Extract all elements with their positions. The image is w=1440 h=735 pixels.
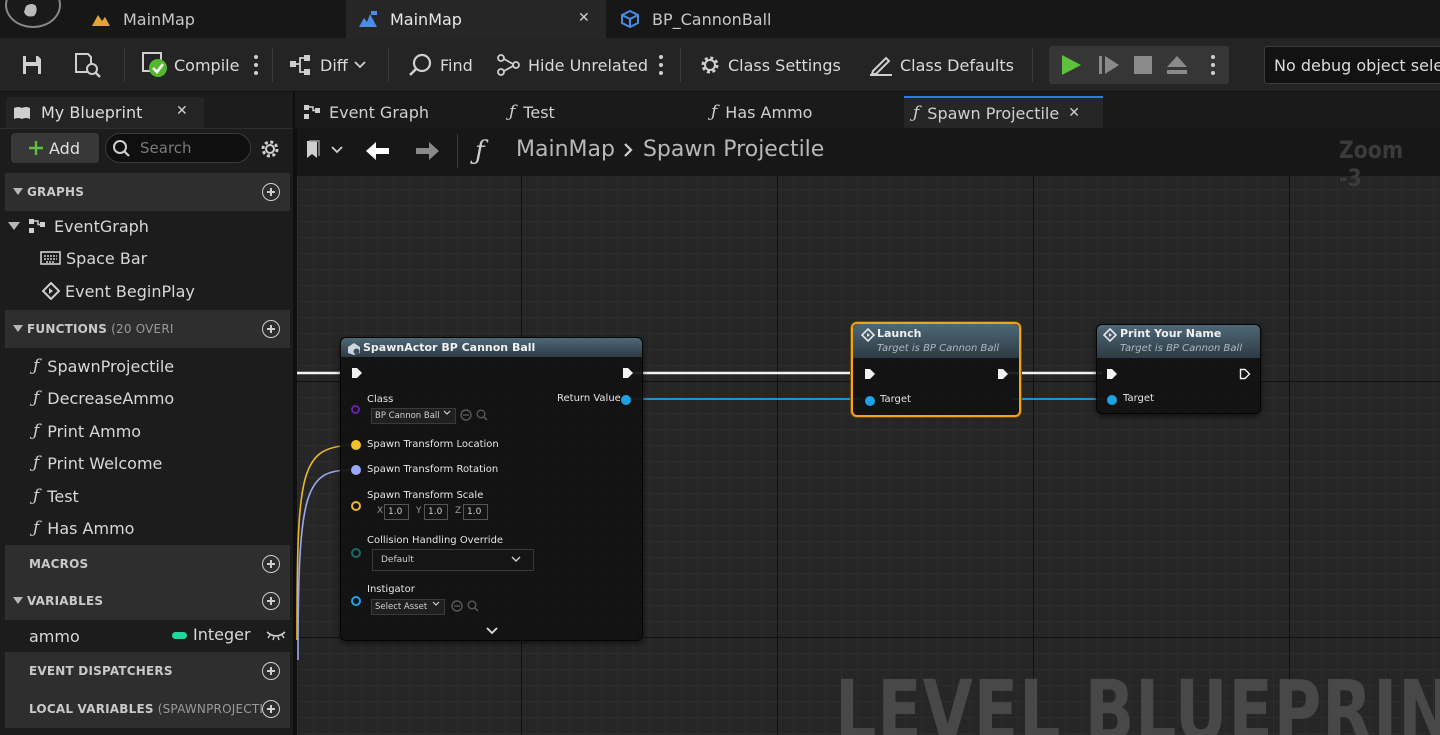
browse-search-icon[interactable] (467, 600, 479, 612)
exec-out-pin[interactable] (1239, 368, 1251, 380)
breadcrumb-root[interactable]: MainMap (516, 137, 615, 162)
print-your-name-node[interactable]: Print Your Name Target is BP Cannon Ball… (1096, 324, 1261, 414)
header-separator (457, 134, 458, 168)
scale-y-input[interactable]: 1.0 (424, 504, 448, 520)
spawn-rotation-label: Spawn Transform Rotation (367, 464, 499, 475)
node-title: Launch (877, 327, 922, 340)
chevron-down-icon (511, 556, 521, 563)
scale-z-axis-label: Z (455, 506, 462, 516)
scale-x-axis-label: X (377, 506, 384, 516)
bookmark-icon (305, 140, 323, 160)
chevron-right-icon (623, 142, 633, 158)
bookmark-dropdown[interactable] (305, 140, 343, 160)
exec-in-pin[interactable] (351, 367, 363, 379)
class-pin-label: Class (367, 394, 394, 405)
print-your-name-node-header[interactable]: Print Your Name Target is BP Cannon Ball (1097, 325, 1260, 358)
breadcrumb-current: Spawn Projectile (642, 137, 825, 162)
chevron-down-icon (331, 146, 343, 154)
spawn-actor-node[interactable]: SpawnActor BP Cannon Ball Class BP Canno… (340, 337, 643, 641)
spawn-location-pin[interactable] (351, 440, 361, 450)
node-title: Print Your Name (1120, 327, 1222, 340)
instigator-pin[interactable] (351, 596, 361, 606)
forward-arrow-icon[interactable] (414, 140, 440, 162)
spawn-actor-icon (347, 342, 361, 356)
instigator-select-value: Select Asset (375, 602, 428, 612)
collision-override-dropdown[interactable]: Default (372, 549, 534, 571)
scale-z-input[interactable]: 1.0 (463, 504, 488, 520)
spawn-scale-pin[interactable] (351, 501, 361, 511)
return-value-label: Return Value (557, 393, 621, 404)
instigator-select-dropdown[interactable]: Select Asset (371, 599, 445, 615)
scale-x-input[interactable]: 1.0 (384, 504, 409, 520)
spawn-actor-node-header[interactable]: SpawnActor BP Cannon Ball (341, 338, 642, 357)
use-selected-icon[interactable] (460, 409, 472, 421)
function-icon: ƒ (475, 136, 485, 166)
function-call-icon (1103, 328, 1117, 342)
class-pin[interactable] (351, 405, 360, 414)
instigator-label: Instigator (367, 584, 415, 595)
back-arrow-icon[interactable] (365, 140, 391, 162)
scale-y-axis-label: Y (416, 506, 422, 516)
chevron-down-icon (432, 601, 440, 607)
target-pin[interactable] (865, 396, 875, 406)
collision-override-pin[interactable] (351, 548, 361, 558)
return-value-pin[interactable] (621, 395, 631, 405)
target-pin[interactable] (1107, 395, 1117, 405)
collision-override-label: Collision Handling Override (367, 535, 504, 546)
browse-search-icon[interactable] (476, 409, 488, 421)
launch-node-header[interactable]: Launch Target is BP Cannon Ball (853, 324, 1019, 358)
exec-out-pin[interactable] (622, 367, 634, 379)
class-select-value: BP Cannon Ball (375, 411, 440, 421)
node-subtitle: Target is BP Cannon Ball (1120, 343, 1243, 354)
scale-y-value: 1.0 (428, 507, 443, 517)
scale-z-value: 1.0 (467, 507, 482, 517)
node-title: SpawnActor BP Cannon Ball (363, 341, 536, 354)
graph-header-bar: ƒ MainMap Spawn Projectile Zoom -3 (297, 128, 1440, 192)
collision-override-value: Default (381, 555, 414, 565)
target-pin-label: Target (1123, 393, 1154, 404)
exec-in-pin[interactable] (1106, 368, 1118, 380)
exec-in-pin[interactable] (864, 368, 876, 380)
function-call-icon (861, 328, 875, 342)
target-pin-label: Target (880, 394, 911, 405)
scale-x-value: 1.0 (388, 507, 403, 517)
expand-advanced-chevron-icon[interactable] (486, 627, 498, 635)
use-selected-icon[interactable] (451, 600, 463, 612)
spawn-scale-label: Spawn Transform Scale (367, 490, 484, 501)
zoom-level-label: Zoom -3 (1339, 136, 1404, 192)
class-select-dropdown[interactable]: BP Cannon Ball (371, 408, 456, 424)
spawn-rotation-pin[interactable] (351, 465, 361, 475)
chevron-down-icon (443, 410, 451, 416)
launch-node[interactable]: Launch Target is BP Cannon Ball Target (851, 322, 1021, 417)
spawn-location-label: Spawn Transform Location (367, 439, 499, 450)
exec-out-pin[interactable] (997, 368, 1009, 380)
breadcrumb: MainMap Spawn Projectile (516, 137, 824, 162)
node-subtitle: Target is BP Cannon Ball (877, 343, 1000, 354)
